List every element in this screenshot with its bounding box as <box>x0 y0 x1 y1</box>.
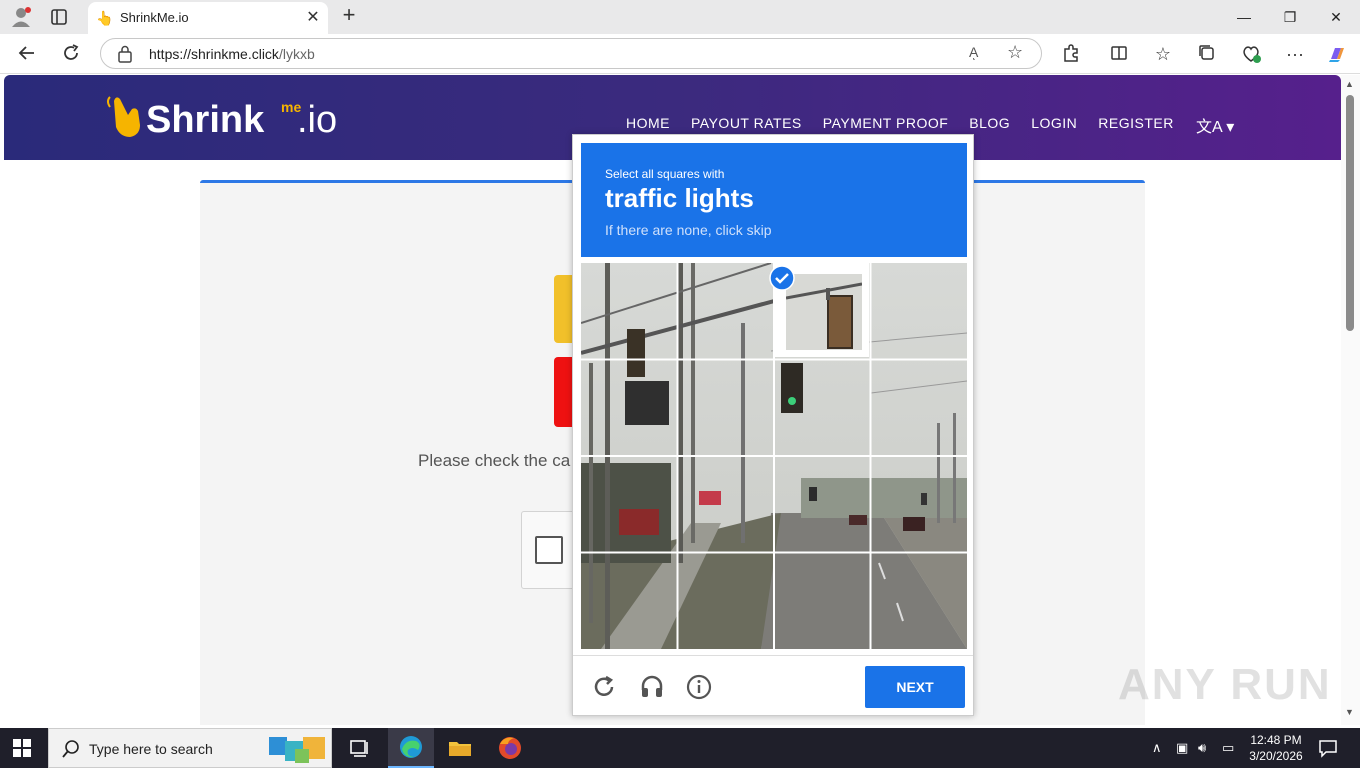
yellow-button[interactable] <box>554 275 574 343</box>
captcha-hint: If there are none, click skip <box>605 222 772 238</box>
nav-register[interactable]: REGISTER <box>1098 115 1174 131</box>
split-screen-icon[interactable] <box>1108 43 1130 65</box>
scroll-thumb[interactable] <box>1346 95 1354 331</box>
profile-icon[interactable] <box>10 6 34 28</box>
captcha-tile[interactable] <box>775 457 869 551</box>
nav-payout-rates[interactable]: PAYOUT RATES <box>691 115 802 131</box>
captcha-tile[interactable] <box>872 360 966 454</box>
notifications-icon[interactable] <box>1318 738 1338 763</box>
search-placeholder: Type here to search <box>89 741 213 757</box>
copilot-icon[interactable] <box>1326 43 1348 65</box>
recaptcha-checkbox[interactable] <box>535 536 563 564</box>
search-highlight-icon <box>267 733 329 765</box>
taskbar-edge-active[interactable] <box>388 728 434 768</box>
captcha-tile[interactable] <box>581 263 675 357</box>
main-nav: HOME PAYOUT RATES PAYMENT PROOF BLOG LOG… <box>626 115 1195 131</box>
read-aloud-icon[interactable]: Aͅ <box>969 44 978 60</box>
captcha-tile[interactable] <box>678 457 772 551</box>
watermark: ANY RUN <box>1118 660 1332 709</box>
extensions-icon[interactable] <box>1060 43 1082 65</box>
captcha-tile[interactable] <box>678 360 772 454</box>
tray-expand-icon[interactable]: ∧ <box>1152 740 1162 756</box>
language-selector[interactable]: 文A ▾ <box>1196 113 1234 137</box>
minimize-button[interactable]: — <box>1224 4 1264 30</box>
scroll-down-arrow-icon[interactable]: ▼ <box>1345 707 1354 717</box>
scroll-up-arrow-icon[interactable]: ▲ <box>1345 79 1354 89</box>
new-tab-button[interactable]: + <box>338 4 360 27</box>
captcha-tile[interactable] <box>581 360 675 454</box>
reload-icon[interactable] <box>591 674 617 700</box>
task-view-icon[interactable] <box>346 734 374 762</box>
logo-me-text: me <box>281 99 302 115</box>
url-text[interactable]: https://shrinkme.click/lykxb <box>149 46 315 62</box>
url-path: /lykxb <box>278 46 315 62</box>
clock-date: 3/20/2026 <box>1249 749 1303 763</box>
address-bar[interactable]: https://shrinkme.click/lykxb Aͅ ☆ <box>100 38 1042 69</box>
audio-headphones-icon[interactable] <box>639 674 665 700</box>
captcha-footer: NEXT <box>573 655 973 717</box>
captcha-tile[interactable] <box>872 457 966 551</box>
captcha-image-grid <box>581 263 967 649</box>
favorites-icon[interactable]: ☆ <box>1152 43 1174 65</box>
tab-favicon-icon: 👆 <box>96 10 114 26</box>
captcha-tile[interactable] <box>775 360 869 454</box>
lock-icon[interactable] <box>117 45 133 63</box>
tab-bar: 👆 ShrinkMe.io ✕ + — ❐ ✕ <box>0 0 1360 34</box>
captcha-tile[interactable] <box>775 554 869 648</box>
captcha-challenge: Select all squares with traffic lights I… <box>572 134 974 716</box>
captcha-tile[interactable] <box>872 554 966 648</box>
captcha-tile[interactable] <box>678 554 772 648</box>
captcha-tile[interactable] <box>581 554 675 648</box>
captcha-tile[interactable] <box>581 457 675 551</box>
clock-time: 12:48 PM <box>1250 733 1302 747</box>
check-captcha-text: Please check the ca <box>418 451 571 470</box>
info-icon[interactable] <box>686 674 712 700</box>
nav-blog[interactable]: BLOG <box>969 115 1010 131</box>
captcha-target-object: traffic lights <box>605 183 754 213</box>
selected-check-icon <box>769 265 795 291</box>
refresh-icon[interactable] <box>60 43 82 65</box>
search-icon <box>61 739 81 759</box>
captcha-tile[interactable] <box>678 263 772 357</box>
captcha-prompt: Select all squares with <box>605 167 725 181</box>
next-button[interactable]: NEXT <box>865 666 965 708</box>
selected-tile-image <box>785 274 863 350</box>
meet-now-icon[interactable]: ▣ <box>1176 740 1188 756</box>
red-button[interactable] <box>554 357 574 427</box>
nav-payment-proof[interactable]: PAYMENT PROOF <box>823 115 949 131</box>
windows-start-icon[interactable] <box>12 738 34 758</box>
nav-login[interactable]: LOGIN <box>1031 115 1077 131</box>
tab-close-icon[interactable]: ✕ <box>304 9 322 27</box>
logo-suffix: .io <box>297 99 338 141</box>
tab-actions-icon[interactable] <box>48 6 72 28</box>
network-icon[interactable]: ▭ <box>1222 740 1234 756</box>
browser-tab[interactable]: 👆 ShrinkMe.io ✕ <box>88 2 328 34</box>
tab-title: ShrinkMe.io <box>120 10 189 25</box>
firefox-icon[interactable] <box>496 734 524 762</box>
page-scrollbar[interactable]: ▲ ▼ <box>1341 75 1360 725</box>
edge-browser-icon <box>398 734 424 765</box>
more-menu-icon[interactable]: ··· <box>1284 43 1306 65</box>
nav-home[interactable]: HOME <box>626 115 670 131</box>
volume-icon[interactable]: 🔊︎ <box>1198 740 1206 756</box>
collections-icon[interactable] <box>1196 43 1218 65</box>
browser-essentials-icon[interactable] <box>1240 43 1262 65</box>
favorite-star-icon[interactable]: ☆ <box>1007 42 1023 63</box>
taskbar-search-box[interactable]: Type here to search <box>48 728 332 768</box>
url-host: https://shrinkme.click <box>149 46 279 62</box>
close-window-button[interactable]: ✕ <box>1316 4 1356 30</box>
browser-toolbar: https://shrinkme.click/lykxb Aͅ ☆ ☆ ··· <box>0 34 1360 74</box>
logo-text: Shrink <box>146 99 265 141</box>
pointing-hand-icon <box>104 91 148 139</box>
tray-clock[interactable]: 12:48 PM 3/20/2026 <box>1246 732 1306 764</box>
file-explorer-icon[interactable] <box>446 734 474 762</box>
back-arrow-icon[interactable] <box>16 43 38 65</box>
taskbar: Type here to search ∧ ▣ 🔊︎ ▭ 12:48 PM 3/… <box>0 728 1360 768</box>
captcha-tile[interactable] <box>872 263 966 357</box>
captcha-header: Select all squares with traffic lights I… <box>581 143 967 257</box>
restore-button[interactable]: ❐ <box>1270 4 1310 30</box>
